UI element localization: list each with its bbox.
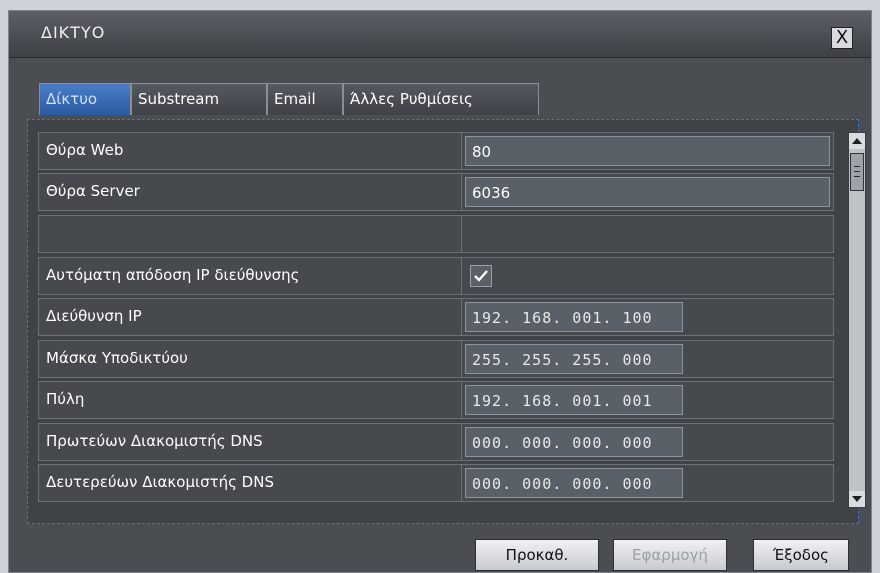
server-port-input[interactable]: 6036 [465,177,830,207]
empty-value [462,215,834,253]
gateway-label: Πύλη [38,381,462,419]
close-icon: X [835,27,849,48]
ip-address-cell: 192. 168. 001. 100 [462,298,834,336]
secondary-dns-cell: 000. 000. 000. 000 [462,464,834,502]
ip-address-input[interactable]: 192. 168. 001. 100 [465,302,683,332]
primary-dns-cell: 000. 000. 000. 000 [462,423,834,461]
row-subnet-mask: Μάσκα Υποδικτύου 255. 255. 255. 000 [38,340,834,378]
vertical-scrollbar[interactable] [848,132,866,508]
row-dhcp: Αυτόματη απόδοση IP διεύθυνσης [38,257,834,295]
row-secondary-dns: Δευτερεύων Διακομιστής DNS 000. 000. 000… [38,464,834,502]
subnet-mask-cell: 255. 255. 255. 000 [462,340,834,378]
subnet-mask-input[interactable]: 255. 255. 255. 000 [465,344,683,374]
server-port-label: Θύρα Server [38,173,462,211]
primary-dns-label: Πρωτεύων Διακομιστής DNS [38,423,462,461]
row-ip-address: Διεύθυνση IP 192. 168. 001. 100 [38,298,834,336]
chevron-down-icon [852,496,862,502]
gateway-cell: 192. 168. 001. 001 [462,381,834,419]
exit-button[interactable]: Έξοδος [753,539,849,571]
apply-button[interactable]: Εφαρμογή [613,539,727,571]
scroll-thumb-grip [854,176,860,177]
check-icon [474,270,488,282]
row-web-port: Θύρα Web 80 [38,132,834,170]
tab-network[interactable]: Δίκτυο [39,83,131,115]
empty-label [38,215,462,253]
scroll-thumb[interactable] [850,153,864,191]
scroll-down-button[interactable] [849,491,865,507]
network-settings-window: ΔΙΚΤΥΟ X Δίκτυο Substream Email Άλλες Ρυ… [8,10,872,573]
tab-email[interactable]: Email [267,83,343,115]
web-port-cell: 80 [462,132,834,170]
chevron-up-icon [852,138,862,144]
row-server-port: Θύρα Server 6036 [38,173,834,211]
gateway-input[interactable]: 192. 168. 001. 001 [465,385,683,415]
dhcp-label: Αυτόματη απόδοση IP διεύθυνσης [38,257,462,295]
dhcp-cell [462,257,834,295]
server-port-cell: 6036 [462,173,834,211]
tab-other-settings[interactable]: Άλλες Ρυθμίσεις [343,83,539,115]
scroll-thumb-grip [854,171,860,172]
scroll-thumb-grip [854,166,860,167]
window-title: ΔΙΚΤΥΟ [41,23,106,42]
close-button[interactable]: X [831,27,853,49]
secondary-dns-label: Δευτερεύων Διακομιστής DNS [38,464,462,502]
tab-substream[interactable]: Substream [131,83,267,115]
dhcp-checkbox[interactable] [470,265,492,287]
title-bar: ΔΙΚΤΥΟ X [9,11,871,58]
row-primary-dns: Πρωτεύων Διακομιστής DNS 000. 000. 000. … [38,423,834,461]
scroll-up-button[interactable] [849,133,865,149]
secondary-dns-input[interactable]: 000. 000. 000. 000 [465,468,683,498]
ip-address-label: Διεύθυνση IP [38,298,462,336]
row-empty [38,215,834,253]
default-button[interactable]: Προκαθ. [475,539,599,571]
primary-dns-input[interactable]: 000. 000. 000. 000 [465,427,683,457]
settings-panel: Θύρα Web 80 Θύρα Server 6036 Αυτόματη απ… [27,119,866,524]
subnet-mask-label: Μάσκα Υποδικτύου [38,340,462,378]
web-port-label: Θύρα Web [38,132,462,170]
web-port-input[interactable]: 80 [465,136,830,166]
row-gateway: Πύλη 192. 168. 001. 001 [38,381,834,419]
